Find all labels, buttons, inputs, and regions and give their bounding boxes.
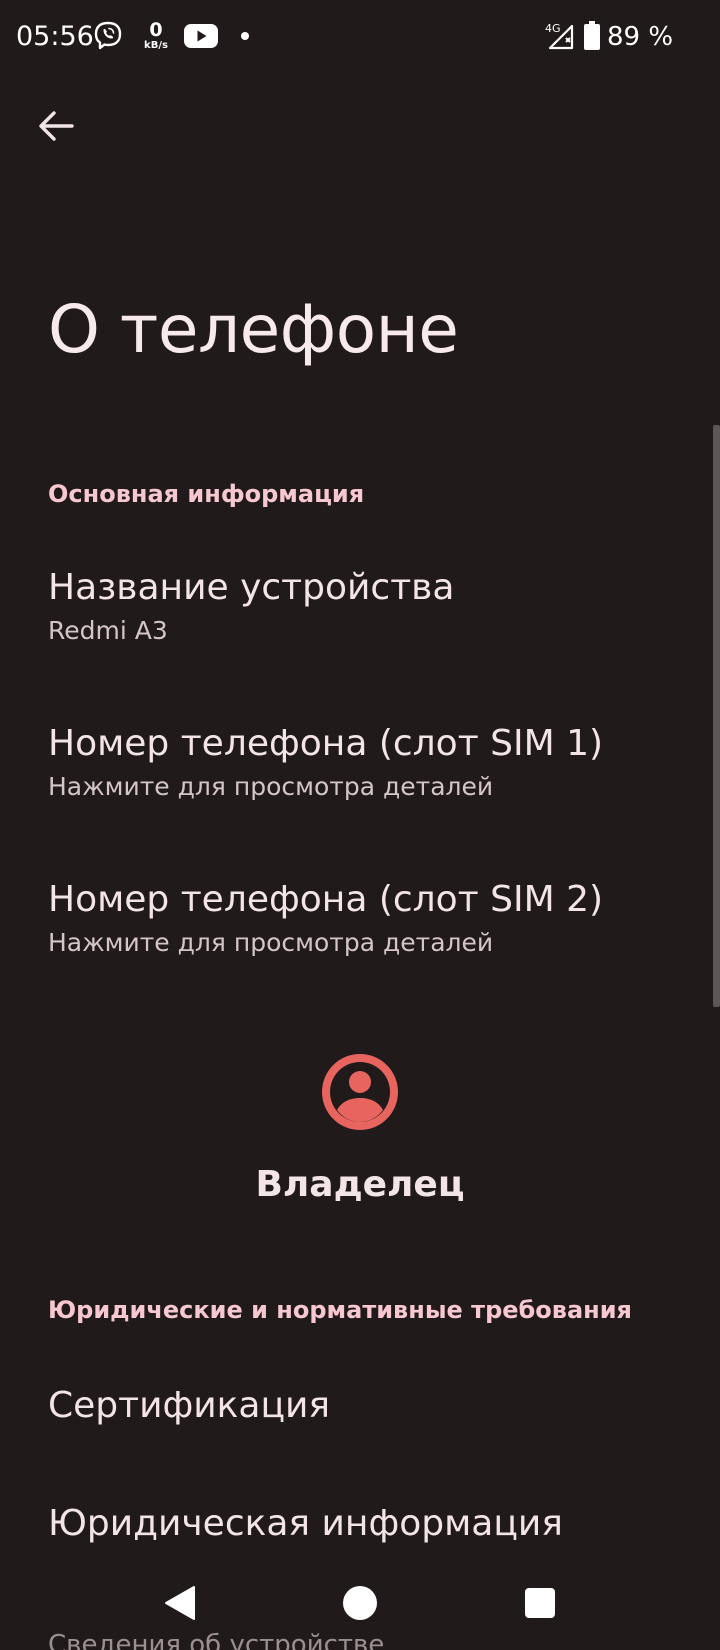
youtube-icon <box>184 24 218 48</box>
pref-device-name-title: Название устройства <box>48 567 455 608</box>
back-triangle-icon <box>165 1586 195 1620</box>
pref-legal-info[interactable]: Юридическая информация <box>0 1502 700 1558</box>
pref-certification-title: Сертификация <box>48 1385 331 1426</box>
status-time: 05:56 <box>16 21 94 52</box>
network-speed-indicator: 0 kB/s <box>142 20 170 56</box>
pref-device-name-summary: Redmi A3 <box>48 616 168 645</box>
owner-block[interactable]: Владелец <box>0 1040 720 1230</box>
pref-legal-info-title: Юридическая информация <box>48 1503 563 1544</box>
back-button[interactable] <box>26 96 86 156</box>
status-bar: 05:56 0 kB/s 4G 89 % <box>0 0 720 76</box>
section-header-basic-info: Основная информация <box>48 480 365 508</box>
nav-home-button[interactable] <box>300 1560 420 1646</box>
pref-phone-number-sim1-summary: Нажмите для просмотра деталей <box>48 772 494 801</box>
network-speed-unit: kB/s <box>144 40 168 51</box>
pref-certification[interactable]: Сертификация <box>0 1384 700 1454</box>
nav-back-button[interactable] <box>120 1560 240 1646</box>
pref-phone-number-sim1[interactable]: Номер телефона (слот SIM 1) Нажмите для … <box>0 722 700 822</box>
pref-phone-number-sim2-summary: Нажмите для просмотра деталей <box>48 928 494 957</box>
pref-phone-number-sim1-title: Номер телефона (слот SIM 1) <box>48 723 604 764</box>
owner-label: Владелец <box>255 1164 465 1205</box>
pref-phone-number-sim2[interactable]: Номер телефона (слот SIM 2) Нажмите для … <box>0 878 700 978</box>
home-circle-icon <box>343 1586 377 1620</box>
viber-icon <box>94 21 122 50</box>
network-speed-value: 0 <box>149 19 163 41</box>
signal-icon <box>548 24 574 50</box>
section-header-legal: Юридические и нормативные требования <box>48 1296 632 1324</box>
pref-device-name[interactable]: Название устройства Redmi A3 <box>0 566 700 666</box>
nav-recents-button[interactable] <box>480 1560 600 1646</box>
page-title: О телефоне <box>48 291 459 368</box>
recents-square-icon <box>525 1588 555 1618</box>
navigation-bar <box>0 1560 720 1646</box>
pref-phone-number-sim2-title: Номер телефона (слот SIM 2) <box>48 879 604 920</box>
notification-dot-icon <box>241 32 249 40</box>
scrollbar[interactable] <box>713 425 720 1007</box>
arrow-left-icon <box>39 111 74 141</box>
battery-icon <box>584 21 600 50</box>
battery-percentage: 89 % <box>607 22 674 52</box>
account-circle-icon <box>322 1054 398 1130</box>
